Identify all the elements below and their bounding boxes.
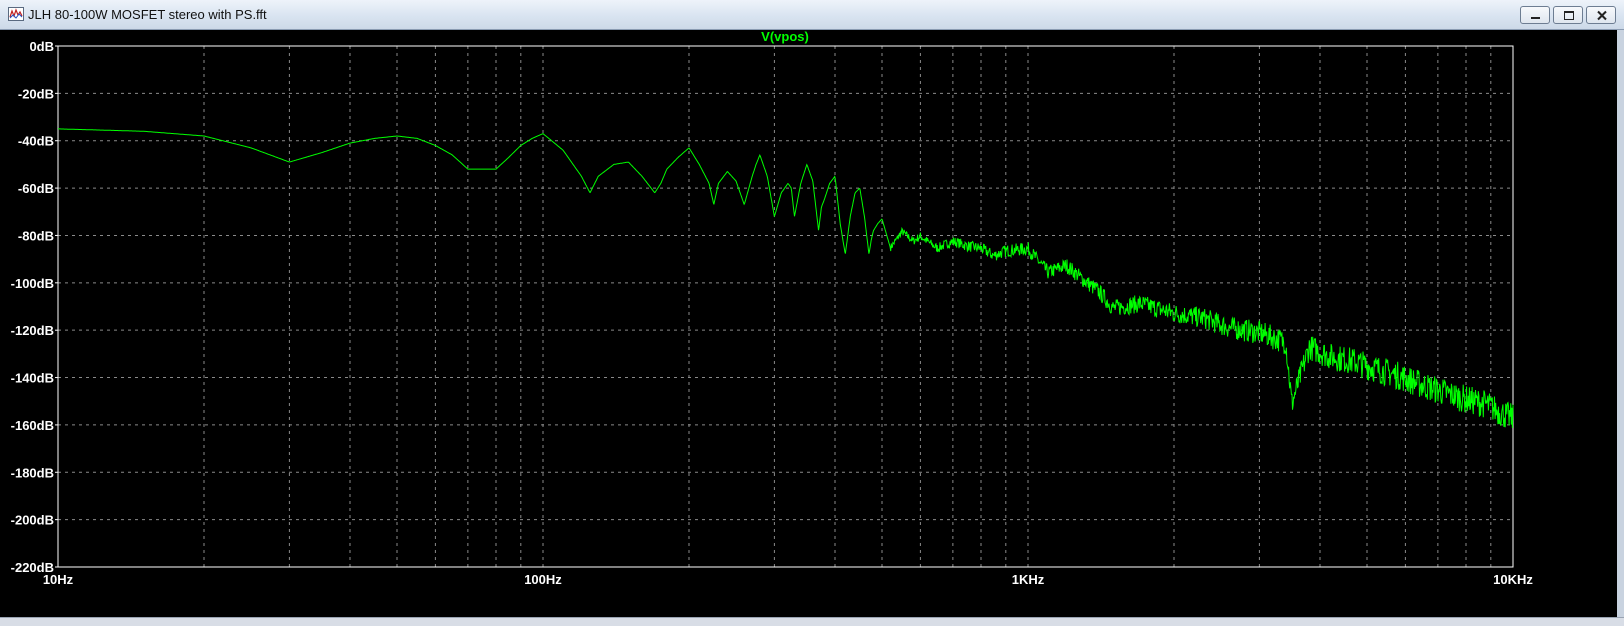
window-right-edge xyxy=(1617,30,1624,617)
minimize-icon xyxy=(1531,17,1540,19)
y-tick-label: -200dB xyxy=(11,513,54,528)
y-tick-label: -60dB xyxy=(18,181,54,196)
y-tick-label: 0dB xyxy=(29,39,54,54)
plot-area[interactable]: 0dB -20dB -40dB -60dB -80dB -100dB -120dB -140d… xyxy=(0,29,1624,626)
y-tick-label: -180dB xyxy=(11,465,54,480)
window-titlebar[interactable]: JLH 80-100W MOSFET stereo with PS.fft xyxy=(0,0,1624,30)
y-tick-label: -20dB xyxy=(18,86,54,101)
x-tick-label: 10KHz xyxy=(1493,572,1533,587)
plot-grid xyxy=(58,46,1513,567)
y-tick-label: -80dB xyxy=(18,228,54,243)
plot-border xyxy=(57,45,1514,568)
x-axis-ticks: 10Hz 100Hz 1KHz 10KHz xyxy=(43,572,1534,587)
close-button[interactable] xyxy=(1586,6,1616,24)
maximize-icon xyxy=(1564,11,1574,20)
x-tick-label: 100Hz xyxy=(524,572,562,587)
fft-plot[interactable]: 0dB -20dB -40dB -60dB -80dB -100dB -120dB -140d… xyxy=(0,29,1617,617)
series-line-vpos xyxy=(58,128,1514,428)
window-title: JLH 80-100W MOSFET stereo with PS.fft xyxy=(28,7,267,22)
y-tick-label: -100dB xyxy=(11,276,54,291)
y-tick-label: -140dB xyxy=(11,371,54,386)
y-axis-ticks: 0dB -20dB -40dB -60dB -80dB -100dB -120dB -140d… xyxy=(11,39,58,575)
y-tick-label: -160dB xyxy=(11,418,54,433)
waveform-app-icon xyxy=(8,7,24,21)
trace-label[interactable]: V(vpos) xyxy=(761,29,809,44)
maximize-button[interactable] xyxy=(1553,6,1583,24)
x-tick-label: 1KHz xyxy=(1012,572,1045,587)
window-bottom-edge xyxy=(0,617,1624,626)
y-tick-label: -120dB xyxy=(11,323,54,338)
close-icon xyxy=(1597,10,1607,21)
x-tick-label: 10Hz xyxy=(43,572,74,587)
y-tick-label: -40dB xyxy=(18,134,54,149)
minimize-button[interactable] xyxy=(1520,6,1550,24)
